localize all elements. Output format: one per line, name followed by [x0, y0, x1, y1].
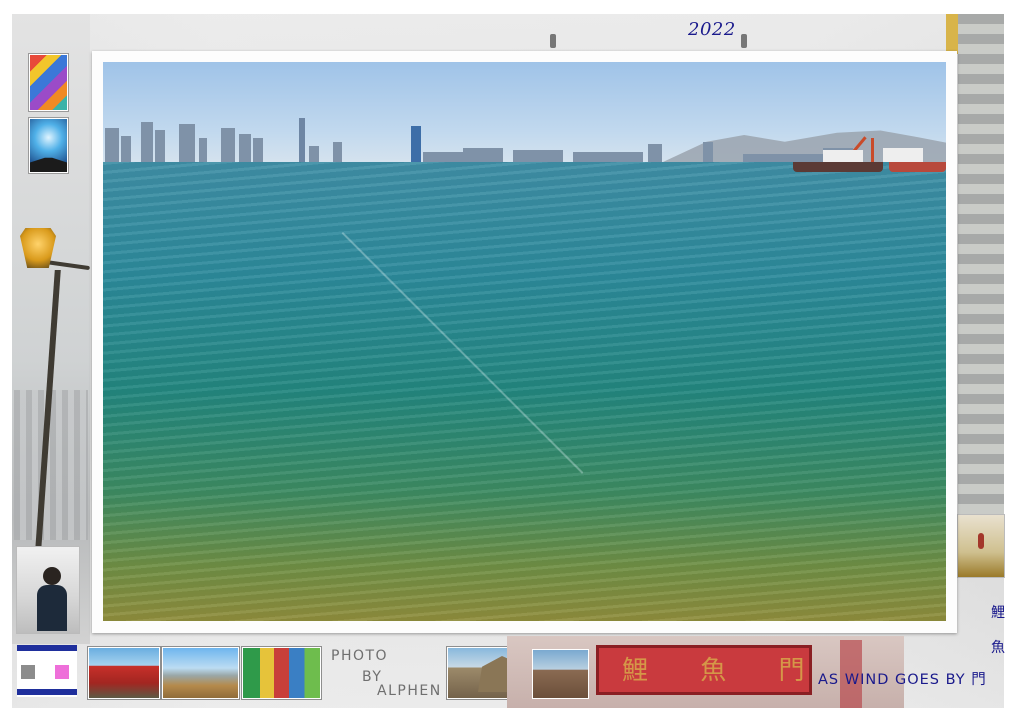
year-label: 2022 [688, 19, 736, 40]
sign-characters: 鯉 魚 門 [622, 656, 827, 686]
main-photo-harbour [103, 62, 946, 621]
thumbnail-colorful-mural [242, 647, 321, 699]
thumbnail-red-gate [88, 647, 160, 699]
person-body [37, 585, 67, 631]
right-building-backdrop [958, 14, 1004, 574]
color-flag-logo [17, 645, 77, 697]
credit-name: ALPHEN [377, 683, 442, 699]
left-building-backdrop [14, 390, 88, 540]
thumbnail-portrait [17, 547, 79, 633]
photo-boats [793, 134, 946, 172]
vertical-char: 魚 [991, 640, 1005, 656]
pin-icon [741, 34, 747, 48]
person-head [43, 567, 61, 585]
thumbnail-stained-glass [29, 54, 68, 111]
tagline: AS WIND GOES BY 門 [818, 672, 987, 688]
thumbnail-hiker [958, 515, 1004, 577]
collage-page: 2022 PHOTO BY ALPHEN 鯉 魚 門 AS WIND GOES … [0, 0, 1024, 724]
vertical-label: 鯉 魚 [988, 596, 1008, 666]
photo-sea [103, 162, 946, 621]
thumbnail-shore [533, 650, 588, 698]
credit-photo: PHOTO [331, 648, 389, 664]
thumbnail-beach-city [162, 647, 239, 699]
vertical-char: 鯉 [991, 605, 1005, 621]
thumbnail-sky-silhouette [29, 118, 68, 173]
pin-icon [550, 34, 556, 48]
